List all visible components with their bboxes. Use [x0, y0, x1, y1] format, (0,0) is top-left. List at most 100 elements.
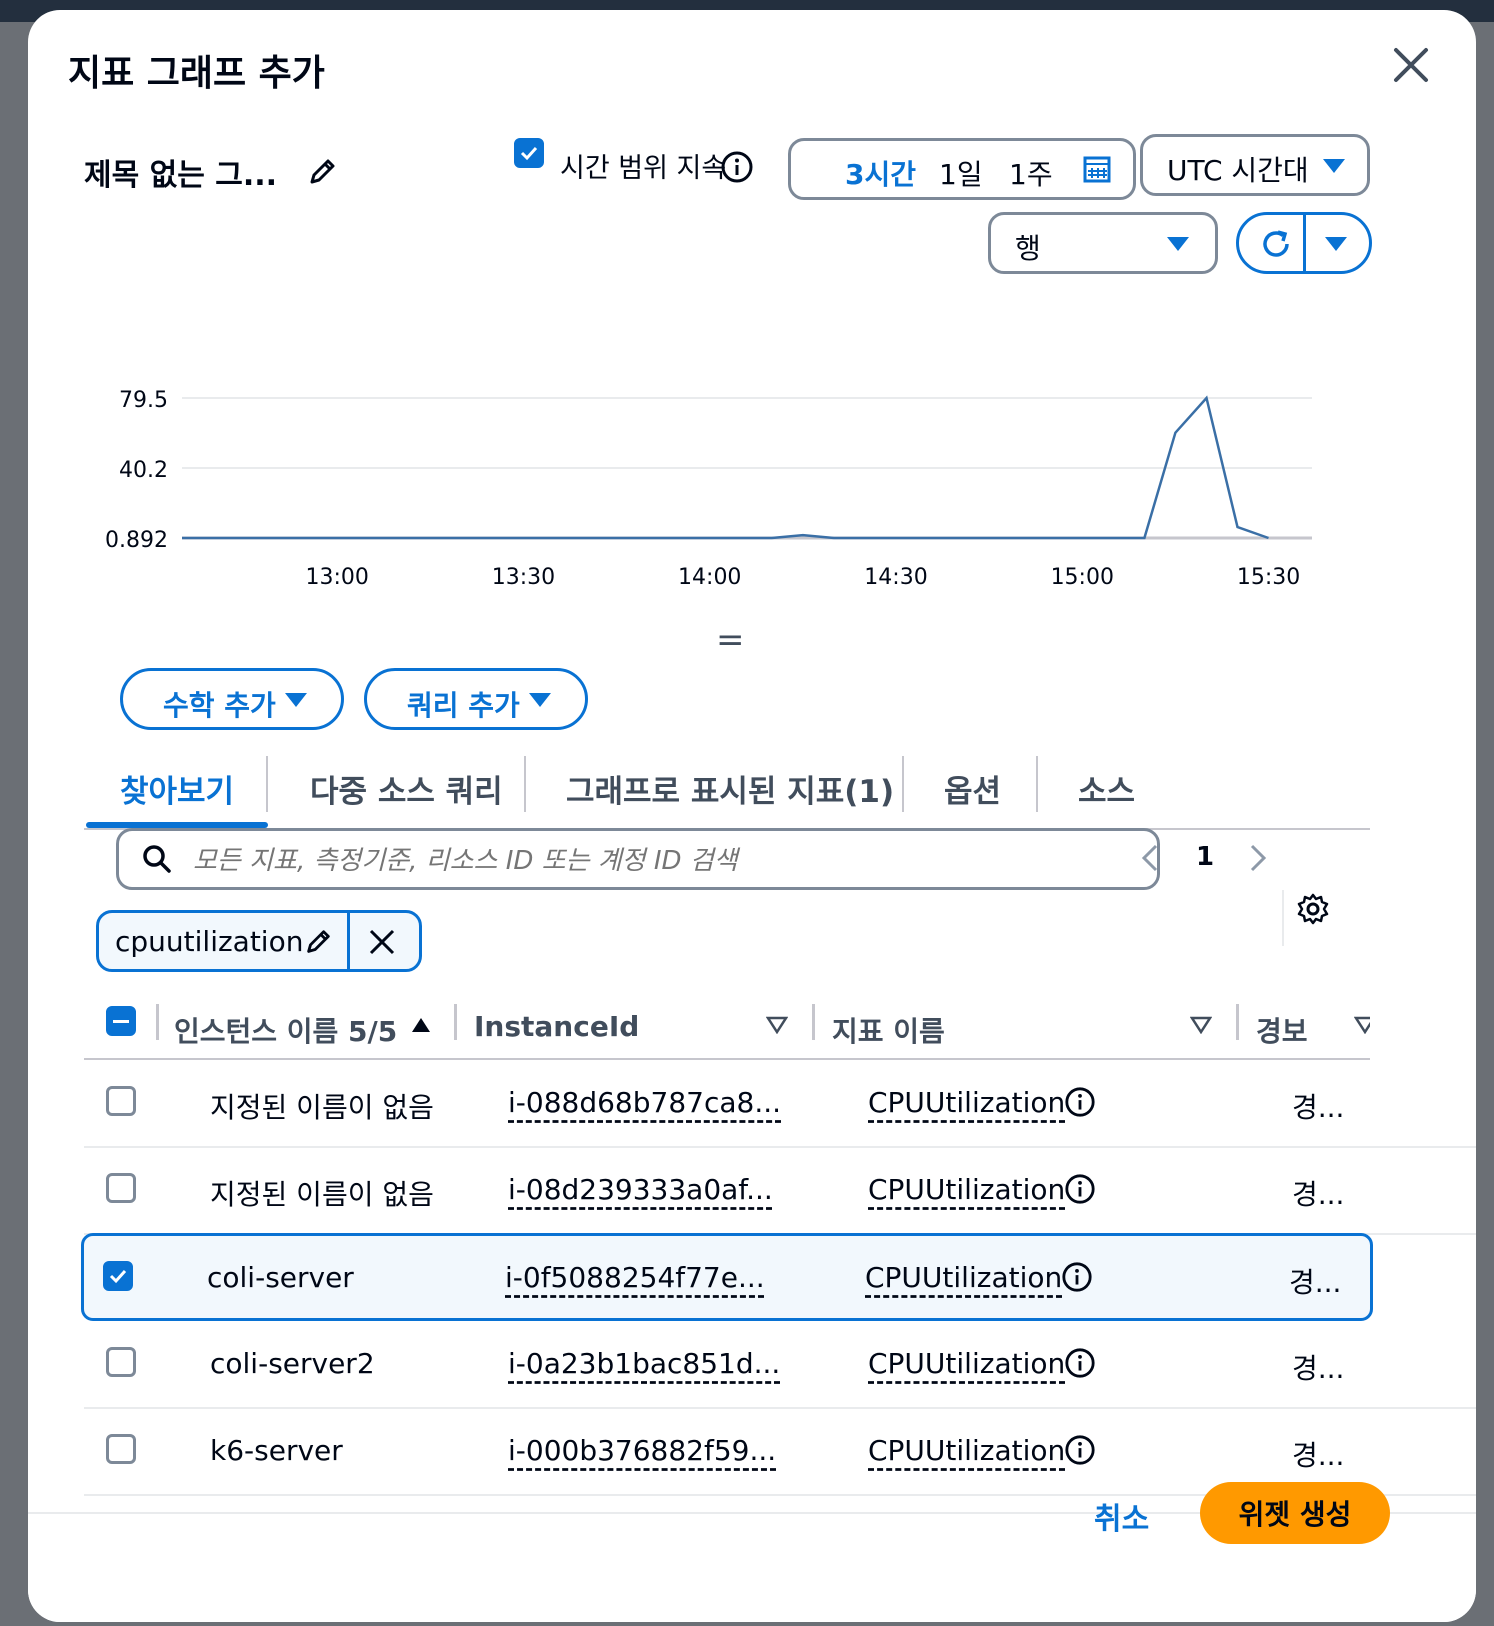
sort-icon[interactable] [1354, 1016, 1370, 1038]
create-widget-button[interactable]: 위젯 생성 [1200, 1482, 1390, 1544]
edit-title-icon[interactable] [306, 156, 338, 188]
column-header-alarm[interactable]: 경보 [1256, 1010, 1308, 1050]
instance-id-link[interactable]: i-0f5088254f77e... [505, 1261, 765, 1294]
sort-icon[interactable] [1189, 1016, 1213, 1038]
caret-down-icon [1323, 159, 1345, 173]
sort-ascending-icon[interactable] [410, 1016, 432, 1038]
token-divider [347, 910, 350, 972]
filter-token-label: cpuutilization [115, 925, 304, 958]
add-query-label: 쿼리 추가 [407, 689, 520, 722]
cancel-button[interactable]: 취소 [1094, 1494, 1149, 1538]
instance-name-cell: 지정된 이름이 없음 [210, 1178, 434, 1211]
settings-gear-icon[interactable] [1296, 892, 1330, 930]
info-icon[interactable] [720, 150, 754, 184]
metric-name-link[interactable]: CPUUtilization [868, 1434, 1065, 1467]
caret-down-icon [1167, 237, 1189, 251]
table-row[interactable]: 지정된 이름이 없음 i-088d68b787ca8... CPUUtilizati… [84, 1058, 1476, 1148]
range-3h[interactable]: 3시간 [845, 153, 916, 193]
add-query-button[interactable]: 쿼리 추가 [364, 668, 588, 730]
tab-multi-source-query[interactable]: 다중 소스 쿼리 [310, 766, 503, 811]
info-icon[interactable] [1064, 1086, 1096, 1122]
tab-separator [524, 756, 526, 812]
caret-down-icon [285, 693, 307, 707]
tab-separator [902, 756, 904, 812]
search-icon [141, 843, 173, 879]
close-icon[interactable] [1390, 44, 1432, 86]
row-checkbox[interactable] [106, 1173, 136, 1203]
range-1d[interactable]: 1일 [939, 153, 983, 193]
tab-graphed-metrics[interactable]: 그래프로 표시된 지표(1) [566, 766, 894, 811]
table-row[interactable]: coli-server2 i-0a23b1bac851d... CPUUtiliza… [84, 1319, 1476, 1409]
resize-handle[interactable]: = [716, 620, 745, 660]
column-separator [1236, 1004, 1239, 1040]
calendar-icon[interactable] [1083, 155, 1111, 187]
graph-title: 제목 없는 그... [84, 158, 278, 193]
refresh-icon[interactable] [1259, 227, 1293, 265]
tab-options[interactable]: 옵션 [944, 766, 1001, 811]
column-header-instance-id[interactable]: InstanceId [474, 1010, 639, 1043]
instance-name-cell: k6-server [210, 1434, 343, 1467]
add-math-button[interactable]: 수학 추가 [120, 668, 344, 730]
persist-range-checkbox[interactable] [514, 138, 544, 168]
add-metric-graph-modal: 지표 그래프 추가 제목 없는 그... 시간 범위 지속 3시간 1일 1주 … [28, 10, 1476, 1622]
instance-name-cell: coli-server2 [210, 1347, 375, 1380]
metric-name-link[interactable]: CPUUtilization [868, 1347, 1065, 1380]
tab-source[interactable]: 소스 [1078, 766, 1135, 811]
metric-name-link[interactable]: CPUUtilization [865, 1261, 1062, 1294]
tab-separator [266, 756, 268, 812]
y-tick-label: 0.892 [105, 528, 168, 553]
column-header-metric-name[interactable]: 지표 이름 [832, 1010, 945, 1050]
x-tick-label: 14:00 [678, 565, 741, 590]
modal-title: 지표 그래프 추가 [68, 53, 325, 94]
next-page-icon[interactable] [1246, 842, 1270, 878]
table-row[interactable]: coli-server i-0f5088254f77e... CPUUtilizat… [81, 1233, 1373, 1321]
x-tick-label: 13:30 [492, 565, 555, 590]
page-number[interactable]: 1 [1196, 842, 1214, 872]
select-all-checkbox[interactable] [106, 1006, 136, 1036]
refresh-divider [1303, 212, 1306, 274]
x-tick-label: 15:00 [1051, 565, 1114, 590]
persist-range-label: 시간 범위 지속 [560, 153, 727, 184]
info-icon[interactable] [1064, 1347, 1096, 1383]
instance-id-link[interactable]: i-088d68b787ca8... [508, 1086, 781, 1119]
info-icon[interactable] [1064, 1173, 1096, 1209]
alarm-cell: 경... [1289, 1266, 1342, 1299]
metric-name-link[interactable]: CPUUtilization [868, 1173, 1065, 1206]
metric-line-chart: 79.5 40.2 0.892 13:00 13:30 14:00 14:30 15:00 15… [105, 388, 1312, 590]
column-separator [156, 1004, 159, 1040]
row-checkbox[interactable] [106, 1434, 136, 1464]
filter-token: cpuutilization [96, 910, 422, 972]
alarm-cell: 경... [1292, 1352, 1345, 1385]
column-separator [454, 1004, 457, 1040]
instance-name-cell: 지정된 이름이 없음 [210, 1091, 434, 1124]
view-type-dropdown[interactable]: 행 [988, 212, 1218, 274]
y-tick-label: 79.5 [119, 388, 168, 413]
refresh-interval-caret-icon[interactable] [1325, 237, 1347, 251]
remove-filter-icon[interactable] [367, 927, 397, 961]
instance-id-link[interactable]: i-000b376882f59... [508, 1434, 776, 1467]
edit-filter-icon[interactable] [303, 927, 335, 959]
range-1w[interactable]: 1주 [1009, 153, 1053, 193]
instance-id-link[interactable]: i-08d239333a0af... [508, 1173, 773, 1206]
info-icon[interactable] [1064, 1434, 1096, 1470]
table-row[interactable]: 지정된 이름이 없음 i-08d239333a0af... CPUUtilizati… [84, 1145, 1476, 1235]
tab-browse[interactable]: 찾아보기 [120, 766, 234, 811]
instance-name-cell: coli-server [207, 1261, 354, 1294]
y-tick-label: 40.2 [119, 458, 168, 483]
previous-page-icon[interactable] [1138, 842, 1162, 878]
tab-separator [1036, 756, 1038, 812]
instance-id-link[interactable]: i-0a23b1bac851d... [508, 1347, 780, 1380]
search-input[interactable] [191, 841, 1095, 881]
metric-name-link[interactable]: CPUUtilization [868, 1086, 1065, 1119]
row-checkbox[interactable] [106, 1347, 136, 1377]
caret-down-icon [529, 693, 551, 707]
alarm-cell: 경... [1292, 1178, 1345, 1211]
time-range-selector: 3시간 1일 1주 [788, 138, 1136, 200]
info-icon[interactable] [1061, 1261, 1093, 1297]
row-checkbox[interactable] [106, 1086, 136, 1116]
sort-icon[interactable] [765, 1016, 789, 1038]
timezone-dropdown[interactable]: UTC 시간대 [1140, 134, 1370, 196]
row-checkbox[interactable] [103, 1261, 133, 1291]
column-header-instance-name[interactable]: 인스턴스 이름 5/5 [174, 1010, 397, 1050]
refresh-button-group [1236, 212, 1372, 274]
